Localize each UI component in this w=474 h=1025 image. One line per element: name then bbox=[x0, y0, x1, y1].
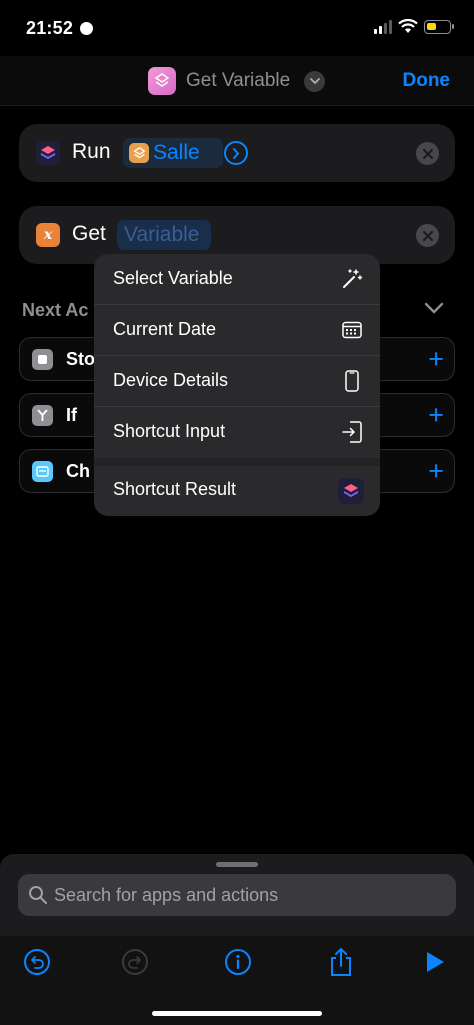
variable-picker-menu: Select Variable Current Date Device Deta… bbox=[94, 254, 380, 516]
shortcut-token-icon bbox=[129, 143, 149, 163]
menu-item-select-variable[interactable]: Select Variable bbox=[94, 254, 380, 305]
remove-action-button[interactable] bbox=[416, 142, 439, 165]
suggestion-label: If bbox=[66, 405, 77, 425]
remove-action-button[interactable] bbox=[416, 224, 439, 247]
add-icon[interactable]: + bbox=[428, 400, 444, 431]
shortcuts-app-icon bbox=[36, 141, 60, 165]
menu-section-divider bbox=[94, 458, 380, 466]
get-label: Get bbox=[72, 222, 106, 245]
magic-wand-icon bbox=[340, 267, 364, 291]
run-label: Run bbox=[72, 140, 111, 163]
shortcut-icon[interactable] bbox=[148, 67, 176, 95]
battery-icon bbox=[424, 20, 454, 34]
variable-placeholder-token[interactable]: Variable bbox=[117, 220, 211, 250]
undo-icon[interactable] bbox=[23, 948, 51, 976]
sheet-grabber[interactable] bbox=[216, 862, 258, 867]
menu-item-shortcut-result[interactable]: Shortcut Result bbox=[94, 466, 380, 516]
suggestion-label: Sto bbox=[66, 349, 95, 369]
expand-chevron-icon[interactable] bbox=[224, 141, 248, 165]
shortcut-token-label: Salle bbox=[153, 141, 200, 164]
menu-item-label: Select Variable bbox=[113, 268, 233, 288]
branch-icon bbox=[32, 405, 53, 426]
menu-item-label: Device Details bbox=[113, 370, 229, 390]
menu-item-shortcut-input[interactable]: Shortcut Input bbox=[94, 407, 380, 458]
calendar-icon bbox=[340, 318, 364, 342]
menu-item-label: Current Date bbox=[113, 319, 217, 339]
status-time: 21:52 bbox=[26, 18, 74, 38]
menu-item-current-date[interactable]: Current Date bbox=[94, 305, 380, 356]
action-search-sheet: Search for apps and actions bbox=[0, 854, 474, 1025]
variable-placeholder-label: Variable bbox=[124, 223, 200, 246]
search-placeholder: Search for apps and actions bbox=[54, 885, 279, 905]
home-indicator bbox=[152, 1011, 322, 1016]
choose-menu-icon bbox=[32, 461, 53, 482]
status-bar: 21:52 bbox=[0, 0, 474, 56]
shortcut-token[interactable]: Salle bbox=[123, 138, 223, 168]
chevron-down-icon[interactable] bbox=[304, 71, 325, 92]
search-input[interactable]: Search for apps and actions bbox=[18, 874, 456, 916]
input-arrow-icon bbox=[340, 420, 364, 444]
add-icon[interactable]: + bbox=[428, 344, 444, 375]
wifi-icon bbox=[398, 19, 418, 33]
menu-item-device-details[interactable]: Device Details bbox=[94, 356, 380, 407]
redo-icon[interactable] bbox=[121, 948, 149, 976]
done-button[interactable]: Done bbox=[403, 70, 451, 92]
add-icon[interactable]: + bbox=[428, 456, 444, 487]
stop-icon bbox=[32, 349, 53, 370]
menu-item-label: Shortcut Input bbox=[113, 421, 226, 441]
shortcut-title[interactable]: Get Variable bbox=[186, 70, 290, 92]
nav-header: Get Variable Done bbox=[0, 56, 474, 106]
search-icon bbox=[29, 886, 47, 904]
phone-icon bbox=[340, 369, 364, 393]
info-icon[interactable] bbox=[224, 948, 252, 976]
recording-dot-icon bbox=[80, 22, 93, 35]
suggestion-label: Ch bbox=[66, 461, 90, 481]
cellular-signal-icon bbox=[374, 20, 392, 34]
next-action-heading: Next Ac bbox=[22, 300, 89, 320]
shortcuts-app-icon bbox=[338, 478, 364, 504]
chevron-down-icon[interactable] bbox=[424, 302, 444, 314]
menu-item-label: Shortcut Result bbox=[113, 479, 237, 499]
run-shortcut-action[interactable]: Run Salle bbox=[19, 124, 455, 182]
share-icon[interactable] bbox=[327, 947, 355, 976]
variable-x-icon: x bbox=[36, 223, 60, 247]
play-icon[interactable] bbox=[421, 948, 449, 976]
